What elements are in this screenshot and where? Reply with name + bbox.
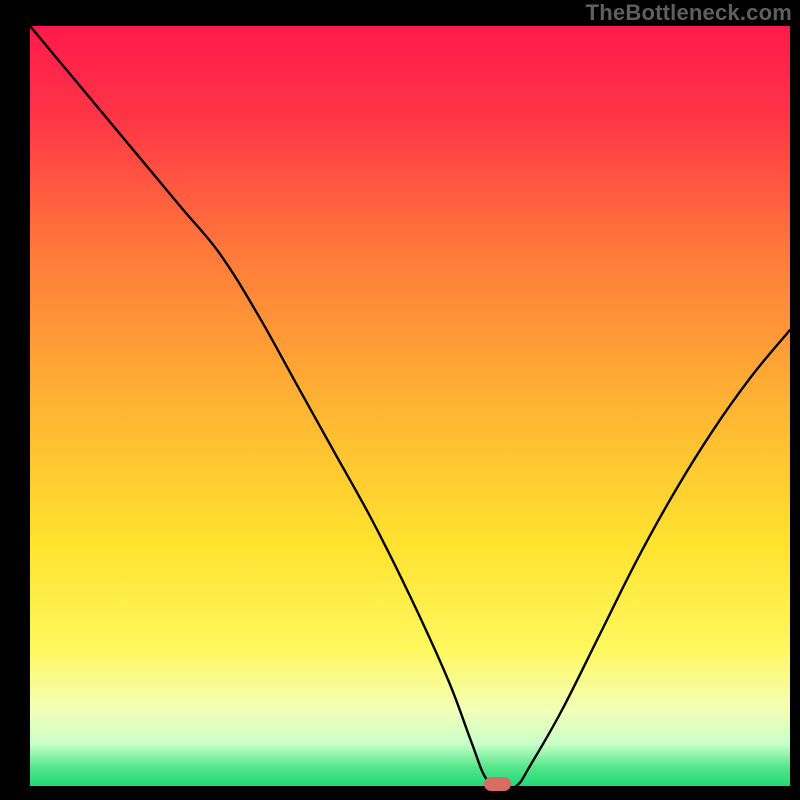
- bottleneck-curve: [30, 26, 790, 786]
- chart-frame: TheBottleneck.com: [0, 0, 800, 800]
- watermark-text: TheBottleneck.com: [586, 0, 792, 26]
- optimal-point-marker: [484, 777, 511, 791]
- plot-area: [30, 26, 790, 786]
